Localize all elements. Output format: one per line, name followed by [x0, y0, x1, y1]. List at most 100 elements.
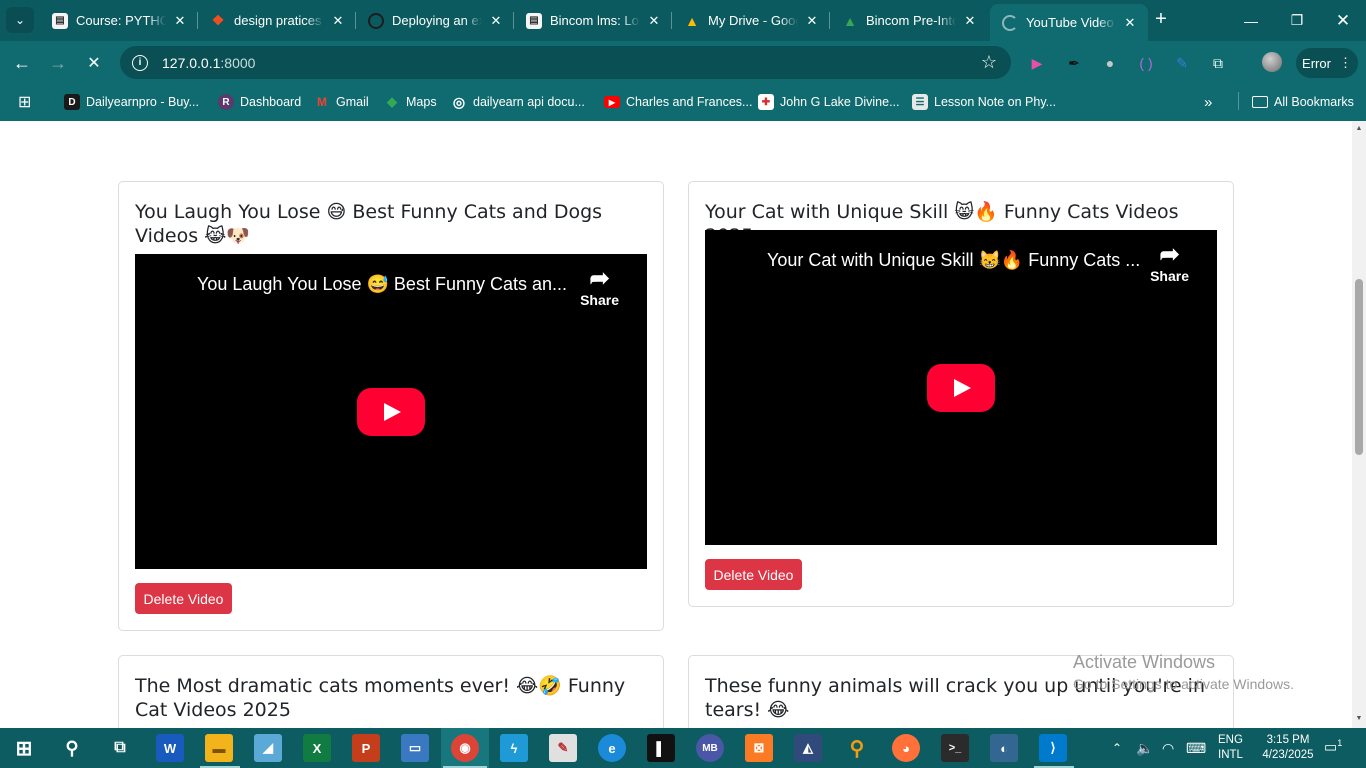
- excel-icon[interactable]: X: [303, 734, 331, 762]
- play-button[interactable]: [927, 364, 995, 412]
- notification-count: 1: [1337, 738, 1343, 748]
- puzzle-icon[interactable]: ⧉: [1208, 53, 1228, 73]
- terminal-icon[interactable]: >_: [941, 734, 969, 762]
- wifi-icon[interactable]: ◠: [1162, 728, 1174, 768]
- bookmark-dailyearnpro[interactable]: D Dailyearnpro - Buy...: [64, 92, 199, 112]
- error-button[interactable]: Error ⋮: [1296, 48, 1358, 78]
- page-scrollbar[interactable]: ▲ ▼: [1352, 121, 1366, 728]
- bookmark-star-icon[interactable]: ☆: [981, 52, 997, 73]
- close-icon[interactable]: ✕: [646, 13, 662, 29]
- bookmark-charles-and-frances[interactable]: ▶ Charles and Frances...: [604, 92, 752, 112]
- play-button[interactable]: [357, 388, 425, 436]
- close-window-button[interactable]: ✕: [1320, 0, 1366, 41]
- share-button[interactable]: ➦ Share: [1150, 242, 1189, 285]
- extension-pen-icon[interactable]: ✎: [1172, 53, 1192, 73]
- tab-my-drive[interactable]: ▲ My Drive - Goog ✕: [672, 0, 830, 41]
- mongodb-compass-icon[interactable]: MB: [696, 734, 724, 762]
- scrollbar-thumb[interactable]: [1355, 279, 1363, 455]
- close-icon[interactable]: ✕: [172, 13, 188, 29]
- chrome-icon[interactable]: ◉: [451, 734, 479, 762]
- youtube-embed[interactable]: Your Cat with Unique Skill 😸🔥 Funny Cats…: [705, 230, 1217, 545]
- bookmark-dashboard[interactable]: R Dashboard: [218, 92, 301, 112]
- mysql-workbench-icon[interactable]: ◭: [794, 734, 822, 762]
- apps-grid-button[interactable]: ⊞: [18, 92, 31, 112]
- notepad-icon[interactable]: ◢: [254, 734, 282, 762]
- youtube-embed[interactable]: You Laugh You Lose 😅 Best Funny Cats an.…: [135, 254, 647, 569]
- notification-center-icon[interactable]: ▭1: [1324, 738, 1342, 756]
- system-clock[interactable]: 3:15 PM 4/23/2025: [1258, 733, 1318, 763]
- postgresql-icon[interactable]: ◐: [990, 734, 1018, 762]
- file-explorer-icon[interactable]: ▬: [205, 734, 233, 762]
- bookmark-label: Dailyearnpro - Buy...: [86, 95, 200, 109]
- share-button[interactable]: ➦ Share: [580, 266, 619, 309]
- moodle-icon: ▤: [526, 12, 542, 29]
- scroll-down-icon[interactable]: ▼: [1355, 715, 1363, 723]
- sourcetree-icon[interactable]: ϟ: [500, 734, 528, 762]
- stop-loading-button[interactable]: ✕: [80, 49, 108, 77]
- firefox-icon[interactable]: ◕: [892, 734, 920, 762]
- keyboard-icon[interactable]: ⌨: [1186, 728, 1206, 768]
- scroll-up-icon[interactable]: ▲: [1355, 125, 1363, 133]
- loading-icon: [1002, 14, 1018, 31]
- google-drive-icon: ▲: [685, 12, 699, 29]
- tab-design-pratices[interactable]: ❖ design pratices - ✕: [198, 0, 356, 41]
- close-icon[interactable]: ✕: [804, 13, 820, 29]
- player-title[interactable]: You Laugh You Lose 😅 Best Funny Cats an.…: [197, 274, 577, 295]
- arrow-left-icon: ←: [13, 52, 31, 73]
- bookmark-maps[interactable]: ◆ Maps: [384, 92, 437, 112]
- show-hidden-icons[interactable]: ⌃: [1112, 728, 1122, 768]
- restore-button[interactable]: ❐: [1274, 0, 1320, 41]
- share-label: Share: [580, 292, 619, 308]
- close-icon[interactable]: ✕: [330, 13, 346, 29]
- search-tool-icon[interactable]: ⚲: [843, 734, 871, 762]
- tab-search-button[interactable]: ⌄: [6, 7, 34, 33]
- bookmark-john-g-lake[interactable]: ✚ John G Lake Divine...: [758, 92, 900, 112]
- close-icon[interactable]: ✕: [1122, 15, 1138, 31]
- profile-avatar[interactable]: [1262, 52, 1282, 72]
- all-bookmarks-button[interactable]: All Bookmarks: [1252, 92, 1354, 112]
- delete-video-button[interactable]: Delete Video: [135, 583, 232, 614]
- tab-course-python[interactable]: ▤ Course: PYTHON ✕: [40, 0, 198, 41]
- language-indicator[interactable]: ENG INTL: [1218, 733, 1243, 763]
- tab-deploying[interactable]: Deploying an ex ✕: [356, 0, 514, 41]
- jetbrains-icon[interactable]: ▌: [647, 734, 675, 762]
- volume-icon[interactable]: 🔈: [1136, 728, 1153, 768]
- site-info-icon[interactable]: i: [132, 54, 148, 71]
- bookmark-dailyearn-api[interactable]: ◎ dailyearn api docu...: [451, 92, 585, 112]
- extension-record-icon[interactable]: ▶: [1027, 53, 1047, 73]
- close-icon[interactable]: ✕: [488, 13, 504, 29]
- keyboard-layout: INTL: [1218, 749, 1243, 761]
- new-tab-button[interactable]: +: [1150, 9, 1172, 31]
- dailyearnpro-icon: D: [64, 94, 80, 110]
- close-icon[interactable]: ✕: [962, 13, 978, 29]
- folder-icon: [1252, 96, 1268, 108]
- youtube-icon: ▶: [604, 96, 620, 108]
- delete-video-button[interactable]: Delete Video: [705, 559, 802, 590]
- vscode-icon[interactable]: ⟩: [1039, 734, 1067, 762]
- more-bookmarks-button[interactable]: »: [1204, 92, 1212, 112]
- word-icon[interactable]: W: [156, 734, 184, 762]
- paint-icon[interactable]: ✎: [549, 734, 577, 762]
- tab-bincom-lms[interactable]: ▤ Bincom lms: Log ✕: [514, 0, 672, 41]
- xampp-icon[interactable]: ⊠: [745, 734, 773, 762]
- bookmark-lesson-note[interactable]: ☰ Lesson Note on Phy...: [912, 92, 1056, 112]
- eyedropper-icon[interactable]: ✒: [1064, 53, 1084, 73]
- address-bar[interactable]: i 127.0.0.1:8000 ☆: [120, 46, 1011, 79]
- search-icon[interactable]: ⚲: [58, 734, 86, 762]
- share-label: Share: [1150, 268, 1189, 284]
- windows-start-icon[interactable]: ⊞: [10, 734, 38, 762]
- edge-icon[interactable]: e: [598, 734, 626, 762]
- shield-icon: ✚: [758, 94, 774, 110]
- extension-brackets-icon[interactable]: ( ): [1136, 53, 1156, 73]
- back-button[interactable]: ←: [8, 49, 36, 77]
- tab-youtube-video[interactable]: YouTube Video C ✕: [990, 4, 1148, 41]
- remote-desktop-icon[interactable]: ▭: [401, 734, 429, 762]
- task-view-icon[interactable]: ⧉: [106, 734, 134, 762]
- minimize-button[interactable]: —: [1228, 0, 1274, 41]
- player-title[interactable]: Your Cat with Unique Skill 😸🔥 Funny Cats…: [767, 250, 1147, 271]
- powerpoint-icon[interactable]: P: [352, 734, 380, 762]
- bookmark-gmail[interactable]: M Gmail: [314, 92, 369, 112]
- extension-icon[interactable]: ●: [1100, 53, 1120, 73]
- forward-button[interactable]: →: [44, 49, 72, 77]
- tab-bincom-pre-inte[interactable]: ▲ Bincom Pre-Inte ✕: [830, 0, 988, 41]
